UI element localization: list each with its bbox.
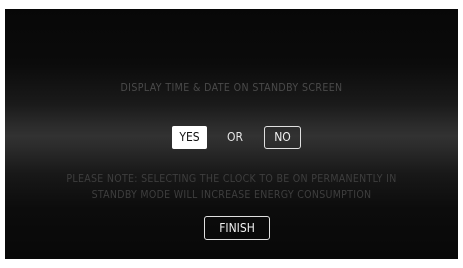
energy-note-line-1: PLEASE NOTE: SELECTING THE CLOCK TO BE O…	[66, 173, 397, 185]
prompt-title: DISPLAY TIME & DATE ON STANDBY SCREEN	[120, 82, 343, 94]
energy-note-line-2: STANDBY MODE WILL INCREASE ENERGY CONSUM…	[91, 189, 372, 201]
energy-note: PLEASE NOTE: SELECTING THE CLOCK TO BE O…	[5, 171, 458, 203]
standby-settings-screen: DISPLAY TIME & DATE ON STANDBY SCREEN YE…	[5, 9, 458, 259]
or-label: OR	[227, 130, 243, 144]
finish-button[interactable]: FINISH	[204, 216, 270, 240]
choice-row: YES OR NO	[5, 126, 458, 151]
yes-button[interactable]: YES	[172, 126, 207, 149]
no-button[interactable]: NO	[264, 126, 301, 149]
